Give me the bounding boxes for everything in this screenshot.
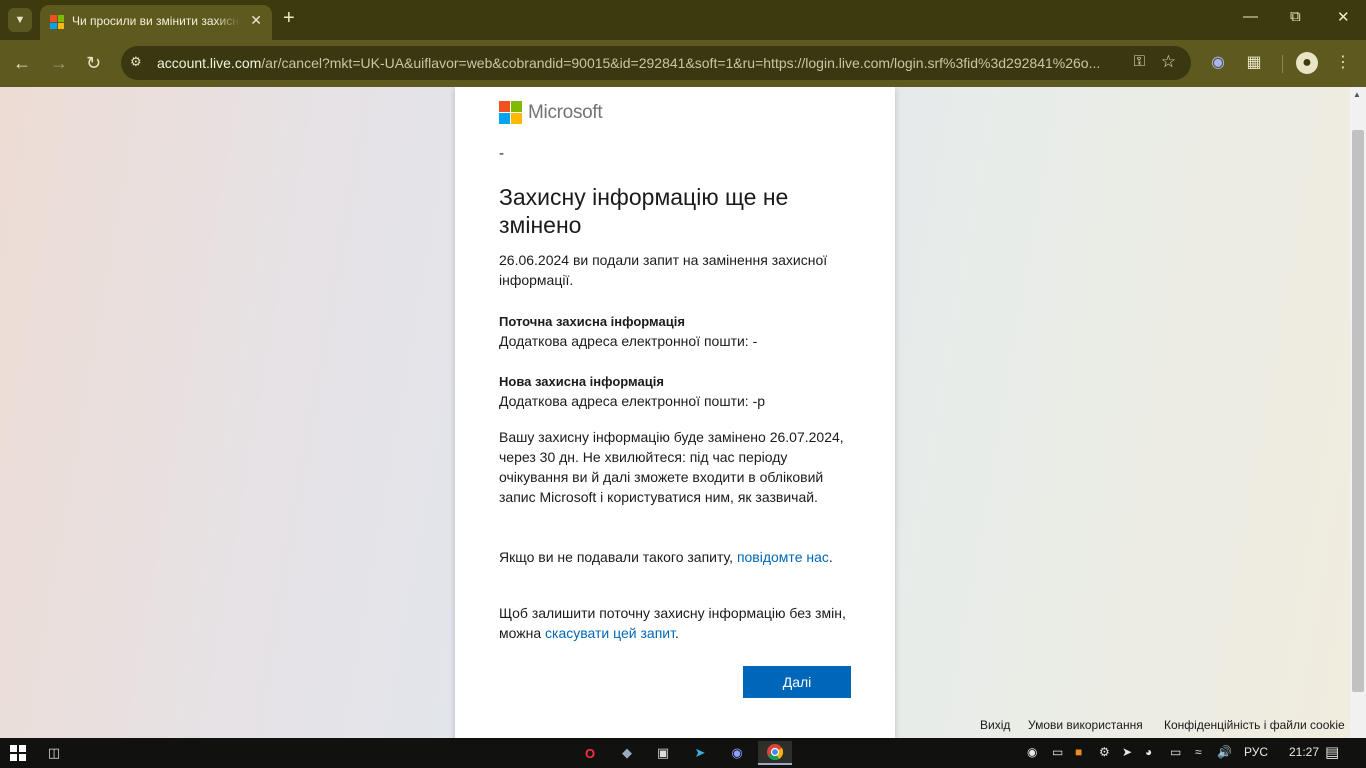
tray-steam-icon[interactable]: ◕: [1145, 745, 1152, 759]
tab-strip: ▼ Чи просили ви змінити захисну інформац…: [0, 0, 1366, 40]
browser-toolbar: ← → ↻ ⚙ account.live.com/ar/cancel?mkt=U…: [0, 40, 1366, 87]
report-suffix: .: [828, 549, 833, 565]
footer-terms-link[interactable]: Умови використання: [1028, 718, 1143, 732]
toolbar-divider: [1282, 55, 1283, 73]
clock[interactable]: 21:27: [1289, 745, 1319, 759]
opera-icon[interactable]: O: [578, 741, 602, 765]
minimize-icon[interactable]: —: [1243, 8, 1258, 25]
windows-start-icon[interactable]: [6, 741, 30, 765]
microsoft-logo-icon: [499, 101, 522, 124]
content-card: Microsoft - Захисну інформацію ще не змі…: [455, 87, 895, 738]
language-indicator[interactable]: РУС: [1244, 745, 1268, 759]
tray-window-icon[interactable]: ▭: [1052, 745, 1063, 759]
cancel-paragraph: Щоб залишити поточну захисну інформацію …: [499, 603, 859, 643]
telegram-icon[interactable]: ➤: [688, 741, 712, 765]
request-text: 26.06.2024 ви подали запит на замінення …: [499, 252, 828, 288]
bookmark-star-icon[interactable]: ☆: [1161, 52, 1176, 72]
tray-settings-icon[interactable]: ⚙: [1099, 745, 1110, 759]
current-info-label: Поточна захисна інформація: [499, 314, 685, 329]
restore-icon[interactable]: ⧉: [1290, 8, 1301, 25]
account-identifier: -: [499, 145, 504, 162]
extensions-puzzle-icon[interactable]: ▦: [1243, 52, 1265, 74]
reload-icon[interactable]: ↻: [86, 52, 101, 74]
logo-text: Microsoft: [528, 101, 603, 123]
tray-discord-icon[interactable]: ◉: [1027, 745, 1037, 759]
task-view-icon[interactable]: ◫: [42, 741, 66, 765]
scrollbar-thumb[interactable]: [1352, 130, 1364, 692]
scroll-up-arrow-icon[interactable]: ▲: [1353, 90, 1361, 99]
battery-icon[interactable]: ▭: [1170, 745, 1181, 759]
desktop-app-icon[interactable]: ▣: [651, 741, 675, 765]
site-info-icon[interactable]: ⚙: [130, 54, 148, 72]
url-path: /ar/cancel?mkt=UK-UA&uiflavor=web&cobran…: [261, 55, 1101, 71]
waiting-period-text: Вашу захисну інформацію буде замінено 26…: [499, 429, 844, 505]
app-shortcut-icon[interactable]: ◆: [615, 741, 639, 765]
footer-privacy-link[interactable]: Конфіденційність і файли cookie: [1164, 718, 1345, 732]
new-tab-button[interactable]: +: [283, 8, 295, 28]
tab-active[interactable]: Чи просили ви змінити захисну інформацію…: [40, 5, 272, 40]
report-link[interactable]: повідомте нас: [737, 549, 829, 565]
next-button[interactable]: Далі: [743, 666, 851, 698]
current-info-value: Додаткова адреса електронної пошти: -: [499, 333, 758, 349]
page-viewport: Microsoft - Захисну інформацію ще не змі…: [0, 87, 1350, 738]
chrome-taskbar-icon[interactable]: [758, 741, 792, 765]
page-title: Захисну інформацію ще не змінено: [499, 184, 789, 238]
new-info-label: Нова захисна інформація: [499, 374, 664, 389]
wifi-icon[interactable]: ≈: [1195, 745, 1202, 759]
windows-taskbar: ◫ O ◆ ▣ ➤ ◉ ◉ ▭ ■ ⚙ ➤ ◕ ▭ ≈ 🔊 РУС 21:27 …: [0, 738, 1366, 768]
microsoft-favicon-icon: [50, 15, 64, 29]
close-tab-icon[interactable]: ✕: [250, 12, 262, 29]
tray-orange-app-icon[interactable]: ■: [1075, 745, 1082, 759]
forward-arrow-icon[interactable]: →: [50, 52, 68, 74]
back-arrow-icon[interactable]: ←: [13, 52, 31, 74]
tab-title: Чи просили ви змінити захисну інформацію…: [72, 14, 240, 28]
password-key-icon[interactable]: ⚿: [1134, 53, 1145, 70]
volume-icon[interactable]: 🔊: [1217, 745, 1232, 759]
chevron-down-icon: ▼: [14, 14, 26, 26]
notifications-icon[interactable]: ▤: [1325, 743, 1339, 761]
address-bar[interactable]: ⚙ account.live.com/ar/cancel?mkt=UK-UA&u…: [121, 46, 1191, 80]
url-host: account.live.com: [157, 55, 262, 71]
cancel-request-link[interactable]: скасувати цей запит: [545, 625, 675, 641]
close-window-icon[interactable]: ✕: [1337, 8, 1350, 26]
new-info-value: Додаткова адреса електронної пошти: -р: [499, 393, 766, 409]
menu-kebab-icon[interactable]: ⋮: [1332, 52, 1354, 74]
report-paragraph: Якщо ви не подавали такого запиту, повід…: [499, 547, 859, 567]
tab-search-button[interactable]: ▼: [8, 8, 32, 32]
tray-telegram-icon[interactable]: ➤: [1122, 745, 1132, 759]
url-text[interactable]: account.live.com/ar/cancel?mkt=UK-UA&uif…: [157, 55, 1112, 71]
discord-extension-icon[interactable]: ◉: [1207, 52, 1229, 74]
microsoft-logo: Microsoft: [499, 101, 603, 124]
footer-exit-link[interactable]: Вихід: [980, 718, 1010, 732]
report-prefix: Якщо ви не подавали такого запиту,: [499, 549, 737, 565]
discord-icon[interactable]: ◉: [725, 741, 749, 765]
profile-avatar-icon[interactable]: ●: [1296, 52, 1318, 74]
cancel-suffix: .: [674, 625, 679, 641]
